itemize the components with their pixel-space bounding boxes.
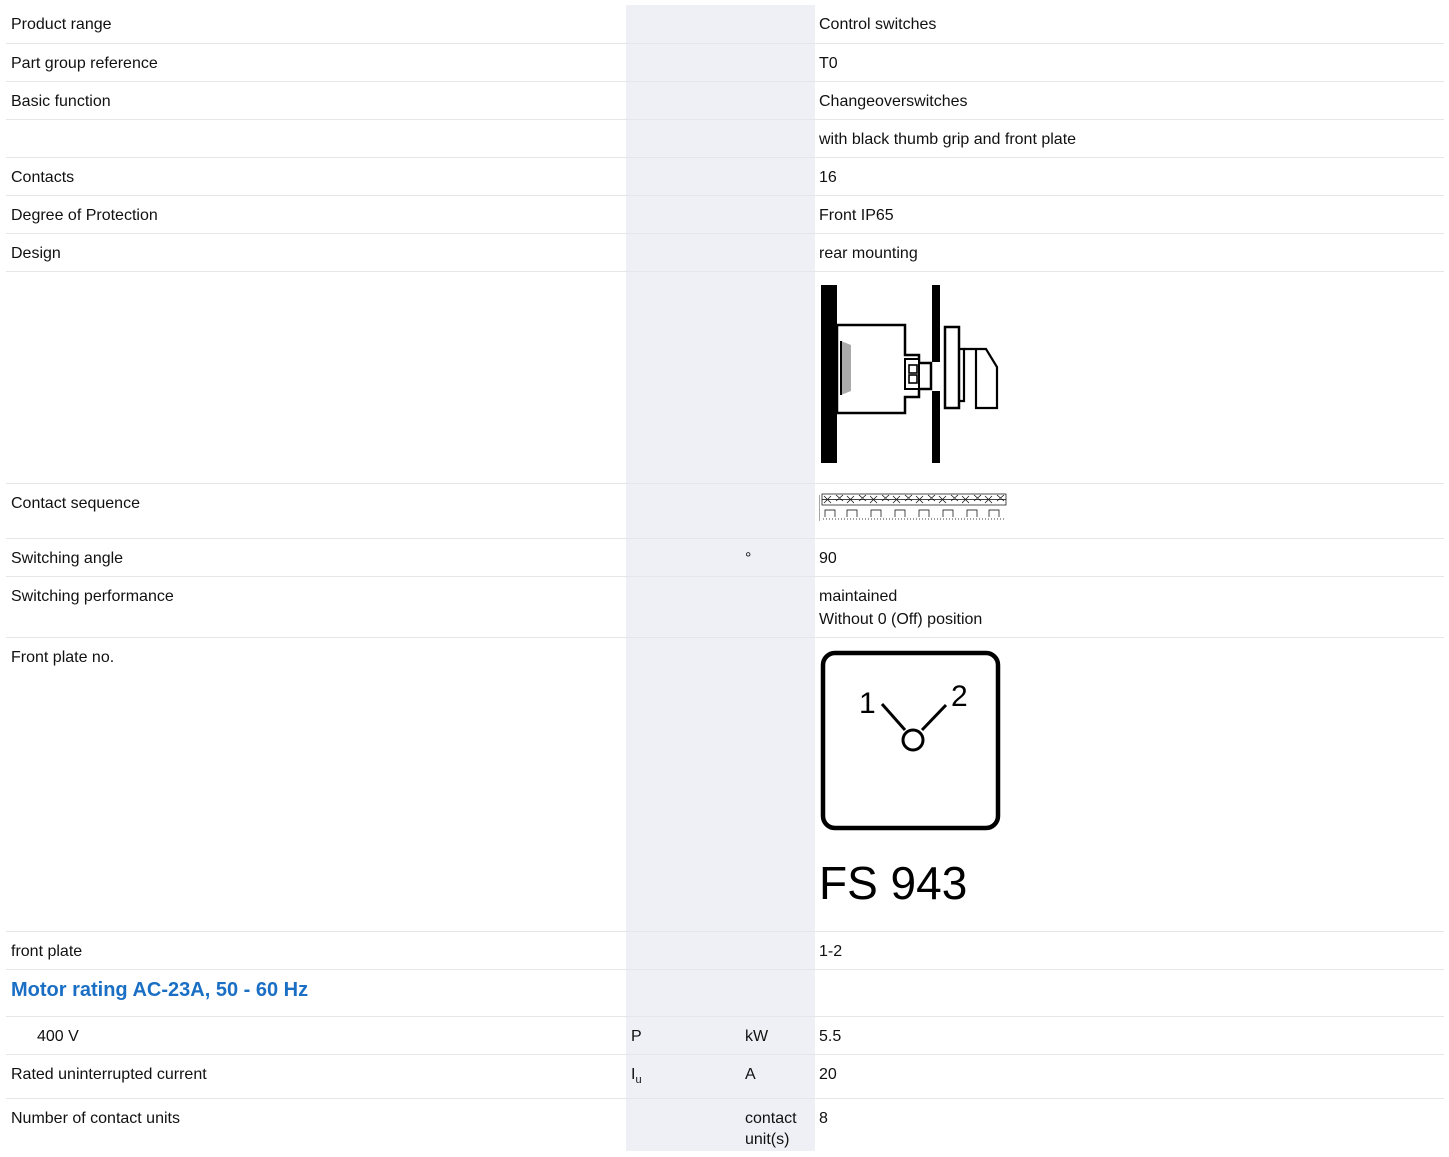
table-row: Switching angle ° 90	[6, 537, 1444, 576]
value-line: Without 0 (Off) position	[819, 610, 983, 628]
row-value: 8	[815, 1097, 1444, 1157]
table-row: Contact sequence	[6, 482, 1444, 538]
row-label: Contacts	[6, 156, 626, 195]
row-value: Front IP65	[815, 194, 1444, 233]
row-value: 90	[815, 537, 1444, 576]
row-unit: A	[740, 1053, 815, 1098]
contact-sequence-diagram	[819, 493, 1007, 521]
row-label: Switching angle	[6, 537, 626, 576]
row-label: Part group reference	[6, 42, 626, 81]
table-row: Product range Control switches	[6, 5, 1444, 43]
table-row: Switching performance maintained Without…	[6, 575, 1444, 637]
table-row: Number of contact units contact unit(s) …	[6, 1097, 1444, 1157]
row-label: Product range	[11, 16, 112, 33]
spec-table: Product range Control switches Part grou…	[6, 5, 1444, 1157]
table-row: Basic function Changeoverswitches	[6, 80, 1444, 119]
row-unit: °	[740, 537, 815, 576]
row-symbol: P	[626, 1015, 740, 1054]
row-label: Number of contact units	[6, 1097, 626, 1157]
table-row: Part group reference T0	[6, 42, 1444, 81]
row-unit: kW	[740, 1015, 815, 1054]
row-value: 20	[815, 1053, 1444, 1098]
row-label: Degree of Protection	[6, 194, 626, 233]
row-label: Rated uninterrupted current	[6, 1053, 626, 1098]
dial-label-2: 2	[951, 680, 968, 713]
row-value: 5.5	[815, 1015, 1444, 1054]
dial-label-1: 1	[859, 687, 876, 720]
row-label: Design	[6, 232, 626, 271]
table-row	[6, 270, 1444, 483]
row-value: rear mounting	[815, 232, 1444, 271]
table-row: with black thumb grip and front plate	[6, 118, 1444, 157]
front-plate-drawing: 1 2 FS 943	[819, 650, 1001, 909]
row-label: Basic function	[6, 80, 626, 119]
row-value: Changeoverswitches	[815, 80, 1444, 119]
row-label	[6, 118, 626, 157]
table-row: Contacts 16	[6, 156, 1444, 195]
row-unit: contact unit(s)	[740, 1097, 815, 1157]
table-row: Rated uninterrupted current Iu A 20	[6, 1053, 1444, 1098]
row-label: 400 V	[6, 1015, 626, 1054]
row-value: 1-2	[815, 930, 1444, 969]
datasheet: Product range Control switches Part grou…	[0, 0, 1449, 1157]
table-row: 400 V P kW 5.5	[6, 1015, 1444, 1054]
table-row: Design rear mounting	[6, 232, 1444, 271]
row-symbol: Iu	[626, 1053, 740, 1098]
front-plate-code: FS 943	[819, 857, 967, 909]
row-label: front plate	[6, 930, 626, 969]
row-value: Control switches	[819, 16, 937, 33]
row-value: maintained Without 0 (Off) position	[815, 575, 1444, 637]
rear-mounting-drawing	[821, 284, 999, 463]
row-value: with black thumb grip and front plate	[815, 118, 1444, 157]
table-row: front plate 1-2	[6, 930, 1444, 969]
table-row: Front plate no. 1 2 FS 943	[6, 636, 1444, 931]
section-row: Motor rating AC-23A, 50 - 60 Hz	[6, 968, 1444, 1016]
row-label: Switching performance	[6, 575, 626, 637]
row-value: 16	[815, 156, 1444, 195]
row-label: Front plate no.	[6, 636, 626, 931]
value-line: maintained	[819, 587, 898, 605]
table-row: Degree of Protection Front IP65	[6, 194, 1444, 233]
row-label: Contact sequence	[6, 482, 626, 538]
row-value: T0	[815, 42, 1444, 81]
section-title: Motor rating AC-23A, 50 - 60 Hz	[6, 968, 626, 1016]
